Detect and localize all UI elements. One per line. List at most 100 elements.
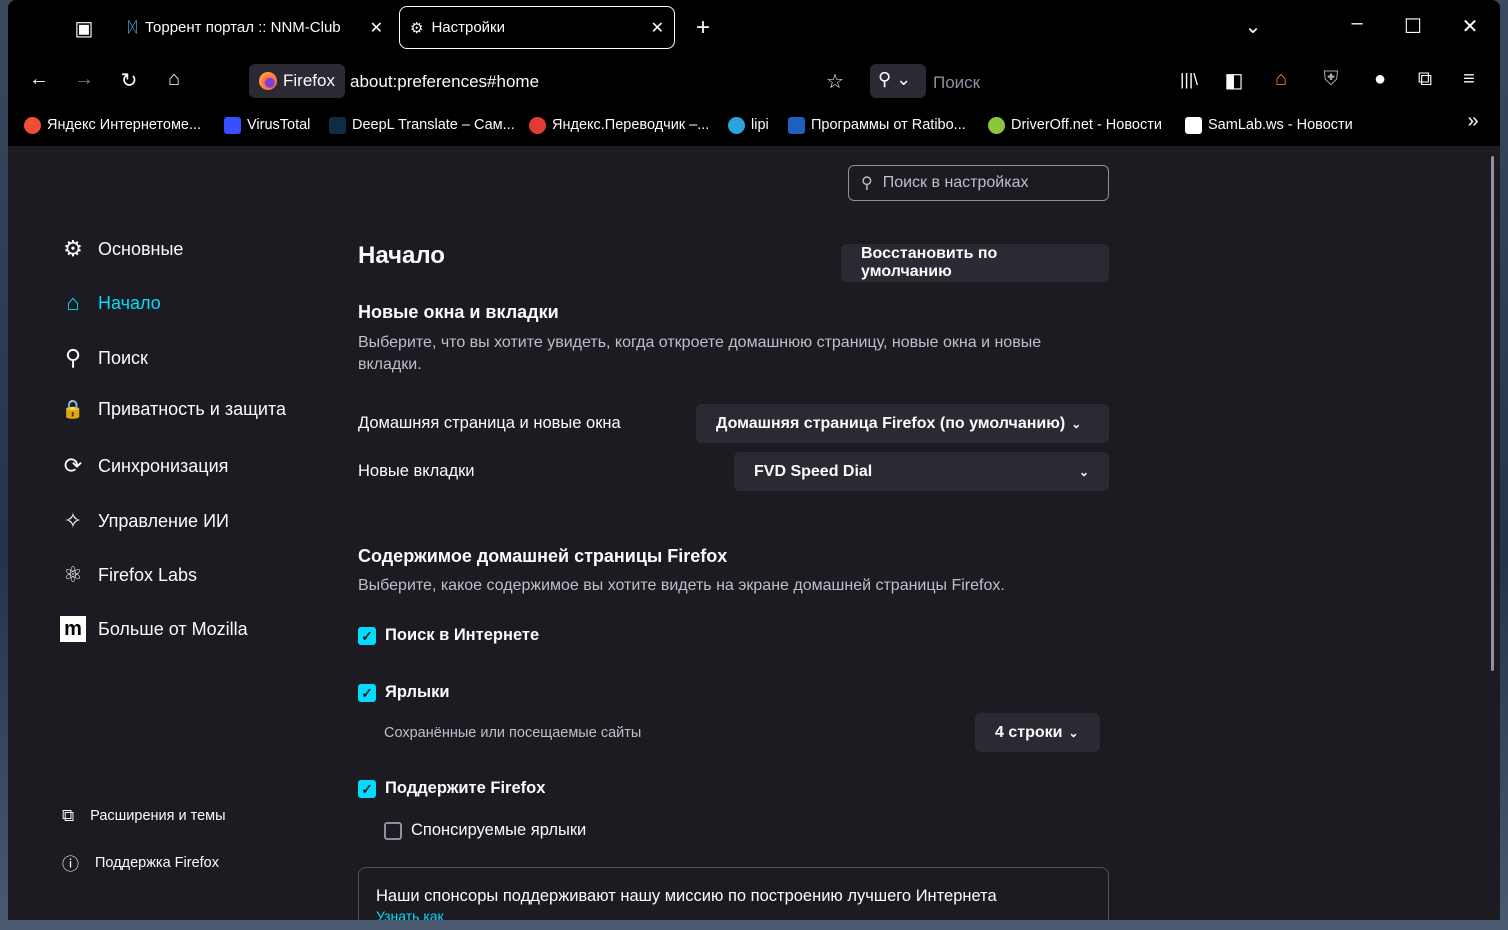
bookmark-star-icon[interactable]: ☆ xyxy=(820,69,850,94)
bookmark-favicon-icon xyxy=(329,116,346,134)
preferences-page: ⚲ Поиск в настройках ⚙ Основные ⌂ Начало ⚲ П… xyxy=(8,146,1500,920)
bookmark-label: VirusTotal xyxy=(247,117,311,133)
tab-title: Торрент портал :: NNM-Club xyxy=(145,19,341,36)
bookmark-favicon-icon xyxy=(529,116,546,134)
bookmark-item[interactable]: SamLab.ws - Новости xyxy=(1185,114,1353,136)
bookmark-item[interactable]: DriverOff.net - Новости xyxy=(988,114,1162,136)
sidebar-icon[interactable]: ◧ xyxy=(1219,68,1249,93)
chevron-down-icon: ⌄ xyxy=(1071,416,1082,431)
library-icon[interactable]: |||\ xyxy=(1174,70,1204,90)
close-window-icon[interactable]: ✕ xyxy=(1455,14,1485,39)
bookmark-item[interactable]: Программы от Ratibo... xyxy=(788,114,966,136)
reload-icon[interactable]: ↻ xyxy=(114,68,144,93)
maximize-icon[interactable]: ☐ xyxy=(1398,14,1428,39)
new-tabs-select[interactable]: FVD Speed Dial ⌄ xyxy=(734,452,1109,491)
extensions-icon[interactable]: ⧉ xyxy=(1410,68,1440,91)
sidebar-item-home[interactable]: ⌂ Начало xyxy=(60,290,161,316)
extensions-themes-link[interactable]: ⧉ Расширения и темы xyxy=(62,806,226,826)
section-heading: Новые окна и вкладки xyxy=(358,302,559,322)
nav-label: Поиск xyxy=(98,347,148,368)
search-placeholder: Поиск в настройках xyxy=(882,174,1029,191)
bookmark-label: Яндекс Интернетоме... xyxy=(47,117,202,133)
gear-icon: ⚙ xyxy=(410,19,424,37)
close-tab-icon[interactable]: ✕ xyxy=(370,18,383,38)
sidebar-item-ai[interactable]: ✧ Управление ИИ xyxy=(60,508,229,534)
new-tabs-label: Новые вкладки xyxy=(358,462,475,480)
extension-home-icon[interactable]: ⌂ xyxy=(1266,68,1296,91)
section-description: Выберите, что вы хотите увидеть, когда о… xyxy=(358,334,1042,373)
shield-icon[interactable]: ⛨ xyxy=(1316,68,1346,91)
footer-label: Поддержка Firefox xyxy=(95,854,219,871)
bookmark-item[interactable]: lipi xyxy=(728,114,769,136)
browser-window: ▣ ᛞ Торрент портал :: NNM-Club ✕ ⚙ Настр… xyxy=(8,0,1500,920)
identity-chip[interactable]: Firefox xyxy=(249,64,345,98)
tab-settings[interactable]: ⚙ Настройки ✕ xyxy=(399,6,675,49)
new-tab-icon[interactable]: + xyxy=(688,14,718,42)
section-heading: Содержимое домашней страницы Firefox xyxy=(358,546,728,566)
nav-label: Начало xyxy=(98,292,161,313)
sidebar-item-labs[interactable]: ⚛ Firefox Labs xyxy=(60,562,197,588)
nav-label: Firefox Labs xyxy=(98,564,198,585)
checkbox-box xyxy=(384,821,402,840)
chevron-down-icon: ⌄ xyxy=(1068,725,1079,740)
home-icon[interactable]: ⌂ xyxy=(159,68,189,91)
sidebar-item-mozilla[interactable]: m Больше от Mozilla xyxy=(60,616,248,642)
nav-label: Синхронизация xyxy=(98,455,229,476)
mozilla-icon: m xyxy=(60,616,86,642)
lock-icon: 🔒 xyxy=(61,399,85,419)
checkmark-icon: ✓ xyxy=(358,779,376,798)
sync-icon: ⟳ xyxy=(63,453,83,478)
bookmark-favicon-icon xyxy=(988,116,1005,134)
home-page-select[interactable]: Домашняя страница Firefox (по умолчанию)… xyxy=(696,404,1109,443)
url-input[interactable]: about:preferences#home xyxy=(350,72,539,92)
sidebar-item-general[interactable]: ⚙ Основные xyxy=(60,236,183,262)
sidebar-item-search[interactable]: ⚲ Поиск xyxy=(60,345,148,371)
gear-icon: ⚙ xyxy=(63,236,83,261)
nav-label: Больше от Mozilla xyxy=(98,618,248,639)
close-tab-icon[interactable]: ✕ xyxy=(651,18,664,38)
sponsor-text: Наши спонсоры поддерживают нашу миссию п… xyxy=(376,887,997,905)
help-icon: ⓘ xyxy=(62,855,79,874)
sponsored-shortcuts-checkbox[interactable]: Спонсируемые ярлыки xyxy=(384,821,586,840)
preferences-search-input[interactable]: ⚲ Поиск в настройках xyxy=(848,165,1109,201)
chevron-down-icon[interactable]: ⌄ xyxy=(1238,14,1268,39)
back-icon[interactable]: ← xyxy=(24,68,54,91)
sidebar-item-sync[interactable]: ⟳ Синхронизация xyxy=(60,453,229,479)
firefox-support-link[interactable]: ⓘ Поддержка Firefox xyxy=(62,850,219,875)
puzzle-icon: ⧉ xyxy=(62,806,75,825)
bookmark-item[interactable]: VirusTotal xyxy=(224,114,310,136)
atom-icon: ⚛ xyxy=(63,562,83,587)
identity-label: Firefox xyxy=(283,71,335,90)
search-input[interactable]: Поиск xyxy=(933,73,980,93)
checkbox-label: Ярлыки xyxy=(385,683,450,701)
rows-select[interactable]: 4 строки ⌄ xyxy=(975,713,1100,752)
home-page-label: Домашняя страница и новые окна xyxy=(358,414,621,432)
tab-list-icon[interactable]: ▣ xyxy=(69,16,99,41)
learn-how-link[interactable]: Узнать как xyxy=(376,908,1091,920)
account-icon[interactable]: ● xyxy=(1365,68,1395,91)
shortcuts-checkbox[interactable]: ✓ Ярлыки xyxy=(358,683,450,702)
web-search-checkbox[interactable]: ✓ Поиск в Интернете xyxy=(358,626,539,645)
section-description: Выберите, какое содержимое вы хотите вид… xyxy=(358,577,1005,594)
search-icon: ⚲ ⌄ xyxy=(878,69,912,89)
restore-defaults-button[interactable]: Восстановить по умолчанию xyxy=(841,244,1109,282)
tab-nnm[interactable]: ᛞ Торрент портал :: NNM-Club ✕ xyxy=(118,6,393,49)
support-firefox-checkbox[interactable]: ✓ Поддержите Firefox xyxy=(358,779,545,798)
footer-label: Расширения и темы xyxy=(90,808,226,824)
bookmark-item[interactable]: DeepL Translate – Сам... xyxy=(329,114,515,136)
sponsor-card: Наши спонсоры поддерживают нашу миссию п… xyxy=(358,867,1109,920)
select-value: Домашняя страница Firefox (по умолчанию) xyxy=(716,414,1066,432)
minimize-icon[interactable]: – xyxy=(1342,12,1372,35)
scrollbar[interactable] xyxy=(1491,156,1494,671)
forward-icon[interactable]: → xyxy=(69,68,99,91)
bookmark-favicon-icon xyxy=(1185,116,1202,134)
nav-label: Управление ИИ xyxy=(98,510,229,531)
sidebar-item-privacy[interactable]: 🔒 Приватность и защита xyxy=(60,399,286,420)
bookmark-item[interactable]: Яндекс Интернетоме... xyxy=(24,114,201,136)
bookmark-favicon-icon xyxy=(24,116,41,134)
menu-icon[interactable]: ≡ xyxy=(1454,68,1484,91)
butterfly-icon: ᛞ xyxy=(128,19,138,36)
search-engine-button[interactable]: ⚲ ⌄ xyxy=(870,64,926,98)
bookmarks-overflow-icon[interactable]: » xyxy=(1458,110,1488,133)
bookmark-item[interactable]: Яндекс.Переводчик –... xyxy=(529,114,709,136)
